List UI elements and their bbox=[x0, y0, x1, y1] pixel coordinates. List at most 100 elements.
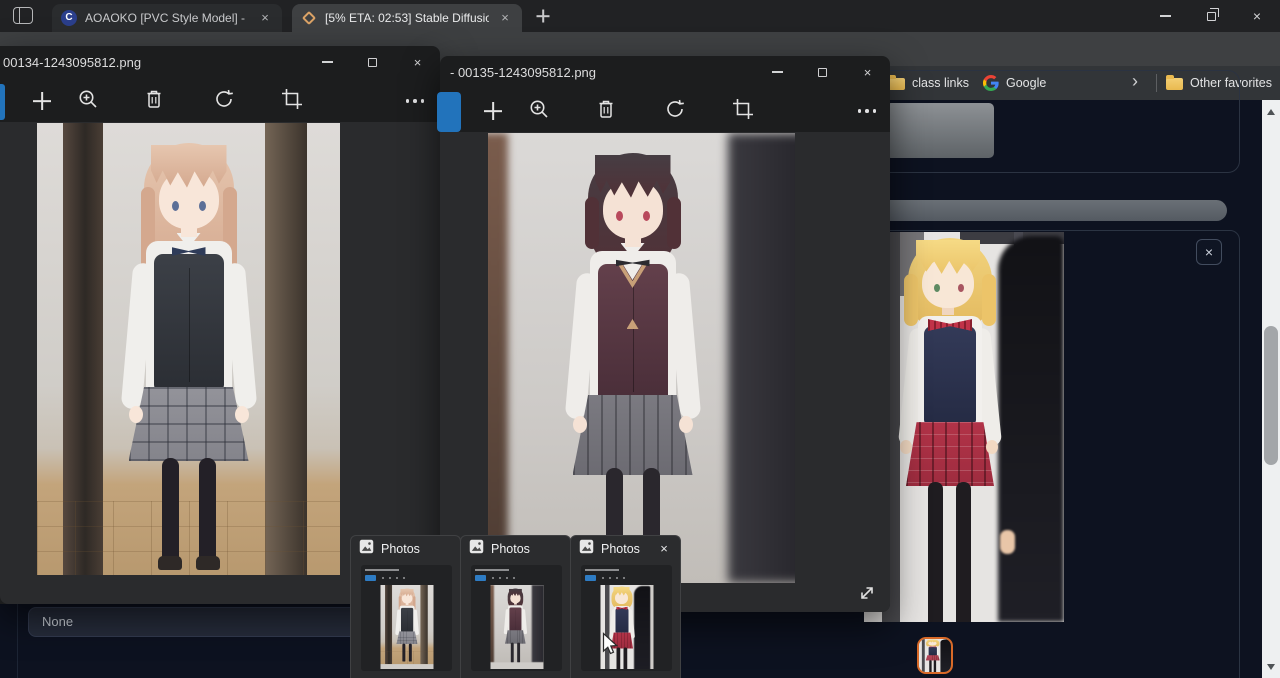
art-leg bbox=[517, 643, 520, 663]
art-hand bbox=[986, 440, 998, 454]
scroll-up-icon[interactable] bbox=[1267, 109, 1275, 115]
photos-title-bar[interactable]: 00134-1243095812.png × bbox=[0, 46, 440, 78]
art-blur-edge bbox=[488, 133, 508, 583]
art-eye bbox=[934, 284, 940, 292]
minimize-icon bbox=[772, 71, 783, 73]
minimize-button[interactable] bbox=[1142, 0, 1188, 32]
preview-close-icon[interactable]: × bbox=[656, 541, 672, 557]
art-girl bbox=[870, 232, 1030, 622]
more-button[interactable] bbox=[402, 88, 428, 114]
preview-thumbnail[interactable] bbox=[471, 565, 562, 671]
photos-toolbar bbox=[0, 78, 440, 122]
page-scrollbar[interactable] bbox=[1262, 100, 1280, 678]
delete-button[interactable] bbox=[141, 88, 167, 114]
artwork-pink-hair-girl bbox=[37, 123, 340, 575]
art-skirt bbox=[396, 631, 417, 644]
mini-title-bar bbox=[365, 569, 399, 571]
art-vest bbox=[154, 254, 224, 390]
see-all-photos-button-partial[interactable] bbox=[437, 92, 461, 132]
taskbar-preview-photos-1[interactable]: Photos bbox=[350, 535, 461, 678]
crop-button[interactable] bbox=[279, 88, 305, 114]
generation-button-partial[interactable] bbox=[886, 103, 994, 158]
artwork-dark-hair-girl-mini bbox=[490, 585, 543, 662]
scrollbar-thumb[interactable] bbox=[1264, 326, 1278, 465]
preview-app-label: Photos bbox=[491, 542, 562, 556]
close-button[interactable]: × bbox=[845, 56, 890, 88]
art-eye bbox=[616, 211, 623, 221]
taskbar-preview-photos-2[interactable]: Photos bbox=[460, 535, 571, 678]
minimize-icon bbox=[1160, 15, 1171, 17]
rotate-button[interactable] bbox=[662, 98, 688, 124]
add-button[interactable] bbox=[480, 98, 506, 124]
zoom-button[interactable] bbox=[526, 98, 552, 124]
maximize-icon bbox=[818, 68, 827, 77]
preview-thumbnail[interactable] bbox=[581, 565, 672, 671]
close-icon: × bbox=[864, 65, 872, 80]
art-skirt bbox=[129, 387, 249, 461]
mini-see-all-photos-button bbox=[585, 575, 596, 581]
delete-button[interactable] bbox=[593, 98, 619, 124]
tab-actions-icon[interactable] bbox=[13, 7, 33, 24]
photo-00135-image[interactable] bbox=[488, 133, 795, 583]
photos-window-2: - 00135-1243095812.png × bbox=[440, 56, 890, 612]
photos-title-bar[interactable]: - 00135-1243095812.png × bbox=[440, 56, 890, 88]
art-hand bbox=[679, 416, 693, 433]
art-blur-figure bbox=[531, 585, 543, 662]
art-vest bbox=[615, 609, 628, 634]
generated-image-preview[interactable] bbox=[864, 232, 1064, 622]
art-hair bbox=[585, 197, 599, 249]
plus-icon bbox=[32, 91, 52, 111]
photo-00134-image[interactable] bbox=[37, 123, 340, 575]
trash-icon bbox=[596, 98, 616, 125]
minimize-button[interactable] bbox=[755, 56, 800, 88]
photos-app-icon bbox=[579, 539, 594, 559]
close-image-button[interactable]: × bbox=[1196, 239, 1222, 265]
fit-to-window-button[interactable] bbox=[856, 582, 880, 606]
tab-civitai[interactable]: C AOAOKO [PVC Style Model] - PV × bbox=[52, 4, 282, 32]
maximize-button[interactable] bbox=[800, 56, 845, 88]
crop-icon bbox=[732, 98, 754, 125]
photos-toolbar bbox=[440, 88, 890, 132]
minimize-button[interactable] bbox=[305, 46, 350, 78]
gradio-icon bbox=[302, 11, 316, 25]
desktop: C AOAOKO [PVC Style Model] - PV × [5% ET… bbox=[0, 0, 1280, 678]
art-blur-edge bbox=[490, 585, 493, 662]
add-button[interactable] bbox=[29, 88, 55, 114]
art-leg bbox=[162, 458, 179, 560]
art-girl bbox=[389, 585, 424, 664]
art-hair bbox=[904, 274, 918, 326]
mini-title-bar bbox=[475, 569, 509, 571]
art-vest bbox=[400, 608, 412, 632]
close-icon: × bbox=[414, 55, 422, 70]
crop-button[interactable] bbox=[730, 98, 756, 124]
tab-close-icon[interactable]: × bbox=[497, 10, 513, 26]
art-shoe bbox=[158, 556, 182, 570]
art-hand bbox=[900, 440, 912, 454]
gallery-thumbnail-selected[interactable] bbox=[917, 637, 953, 674]
artwork-pink-hair-girl-mini bbox=[380, 585, 433, 664]
taskbar-preview-photos-3[interactable]: Photos × bbox=[570, 535, 681, 678]
art-blur-figure bbox=[728, 133, 795, 583]
scroll-down-icon[interactable] bbox=[1267, 664, 1275, 670]
close-button[interactable]: × bbox=[1234, 0, 1280, 32]
zoom-button[interactable] bbox=[75, 88, 101, 114]
art-leg bbox=[934, 660, 936, 672]
art-hand bbox=[129, 406, 143, 423]
tab-stable-diffusion[interactable]: [5% ETA: 02:53] Stable Diffusion × bbox=[292, 4, 522, 32]
art-vest bbox=[924, 326, 976, 424]
new-tab-icon[interactable] bbox=[534, 7, 552, 25]
art-eye bbox=[643, 211, 650, 221]
maximize-button[interactable] bbox=[350, 46, 395, 78]
art-leg bbox=[956, 482, 971, 622]
art-skirt bbox=[505, 630, 526, 644]
preview-thumbnail[interactable] bbox=[361, 565, 452, 671]
mini-see-all-photos-button bbox=[475, 575, 486, 581]
restore-button[interactable] bbox=[1188, 0, 1234, 32]
more-button[interactable] bbox=[854, 98, 880, 124]
close-button[interactable]: × bbox=[395, 46, 440, 78]
tab-close-icon[interactable]: × bbox=[257, 10, 273, 26]
see-all-photos-button-partial[interactable] bbox=[0, 84, 5, 120]
art-shoe bbox=[196, 556, 220, 570]
mini-toolbar-icons bbox=[492, 577, 515, 579]
rotate-button[interactable] bbox=[211, 88, 237, 114]
